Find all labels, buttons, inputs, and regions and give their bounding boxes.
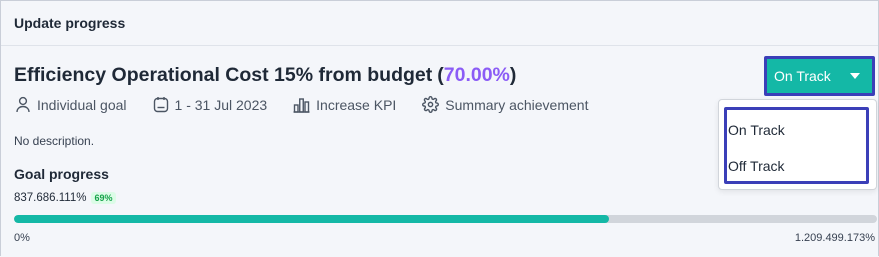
goal-meta: Individual goal 1 - 31 Jul 2023 Increase… bbox=[15, 96, 614, 113]
goal-period-label: 1 - 31 Jul 2023 bbox=[174, 96, 268, 113]
goal-type: Individual goal bbox=[15, 96, 127, 113]
goal-achievement-label: Summary achievement bbox=[445, 96, 589, 113]
goal-achievement: Summary achievement bbox=[422, 96, 588, 113]
goal-percent: 70.00% bbox=[443, 64, 510, 86]
goal-progress-title: Goal progress bbox=[14, 166, 109, 182]
goal-period: 1 - 31 Jul 2023 bbox=[153, 96, 268, 113]
status-dropdown-menu: On Track Off Track bbox=[718, 99, 877, 190]
progress-max-label: 1.209.499.173% bbox=[794, 232, 875, 244]
panel-header: Update progress bbox=[1, 1, 878, 46]
goal-name: Efficiency Operational Cost 15% from bud… bbox=[14, 64, 433, 86]
goal-percent-close-paren: ) bbox=[509, 64, 517, 86]
panel-title: Update progress bbox=[14, 15, 126, 31]
progress-badge: 69% bbox=[91, 192, 116, 204]
update-progress-panel: Update progress Efficiency Operational C… bbox=[0, 0, 879, 256]
progress-current-value: 837.686.111% bbox=[14, 192, 87, 204]
bar-chart-icon bbox=[293, 97, 310, 113]
person-icon bbox=[16, 96, 30, 113]
calendar-icon bbox=[153, 97, 168, 113]
progress-value-row: 837.686.111% 69% bbox=[14, 192, 116, 204]
goal-description: No description. bbox=[14, 134, 95, 148]
caret-down-icon bbox=[850, 73, 860, 79]
goal-kpi: Increase KPI bbox=[293, 97, 396, 113]
progress-bar bbox=[14, 215, 877, 223]
status-dropdown[interactable]: On Track bbox=[764, 56, 875, 96]
status-option-off-track[interactable]: Off Track bbox=[728, 158, 785, 174]
progress-bar-fill bbox=[14, 215, 610, 223]
status-option-on-track[interactable]: On Track bbox=[728, 122, 785, 138]
goal-title: Efficiency Operational Cost 15% from bud… bbox=[14, 64, 516, 87]
status-selected-label: On Track bbox=[774, 68, 831, 84]
goal-type-label: Individual goal bbox=[37, 96, 127, 113]
progress-min-label: 0% bbox=[14, 232, 30, 244]
goal-kpi-label: Increase KPI bbox=[316, 96, 397, 113]
gear-icon bbox=[422, 96, 440, 113]
